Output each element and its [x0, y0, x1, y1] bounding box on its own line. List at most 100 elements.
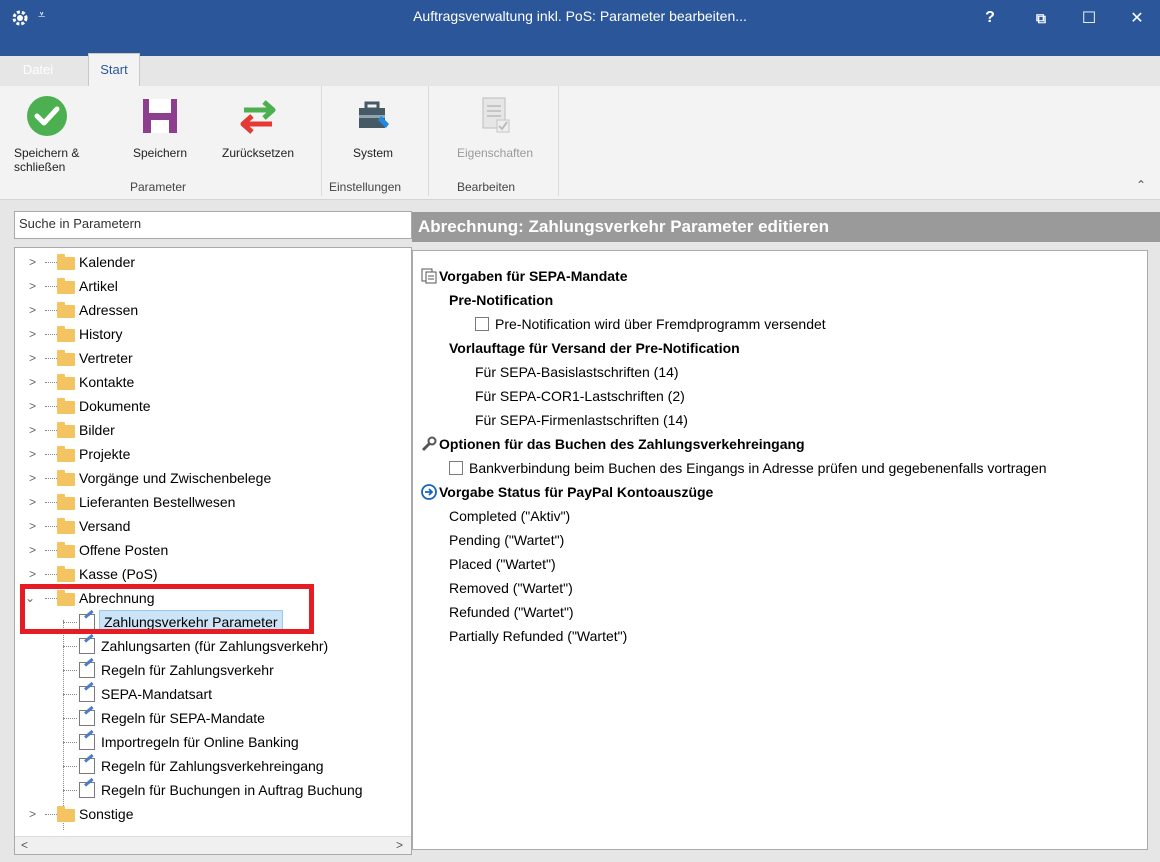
folder-icon [57, 374, 75, 390]
reset-label: Zurücksetzen [221, 146, 295, 160]
folder-icon [57, 278, 75, 294]
edit-document-icon [79, 734, 95, 750]
tree-folder-offene-posten[interactable]: > Offene Posten [15, 538, 411, 562]
folder-icon [57, 398, 75, 414]
expand-icon[interactable]: > [29, 274, 41, 298]
expand-icon[interactable]: > [29, 250, 41, 274]
vorlauftage-heading: Vorlauftage für Versand der Pre-Notifica… [449, 340, 740, 356]
tree-folder-kalender[interactable]: > Kalender [15, 250, 411, 274]
scroll-left-icon[interactable]: < [21, 838, 28, 852]
save-button[interactable]: Speichern [120, 94, 200, 160]
tree-item-regeln-zahlungsverkehr[interactable]: Regeln für Zahlungsverkehr [15, 658, 411, 682]
tree-folder-artikel[interactable]: > Artikel [15, 274, 411, 298]
parameter-search-input[interactable]: Suche in Parametern [14, 211, 412, 239]
tree-item-zahlungsarten[interactable]: Zahlungsarten (für Zahlungsverkehr) [15, 634, 411, 658]
expand-icon[interactable]: > [29, 370, 41, 394]
ribbon-separator [558, 86, 559, 196]
tree-folder-projekte[interactable]: > Projekte [15, 442, 411, 466]
folder-icon [57, 494, 75, 510]
paypal-status-pending[interactable]: Pending ("Wartet") [449, 529, 564, 551]
tree-item-regeln-eingang[interactable]: Regeln für Zahlungsverkehreingang [15, 754, 411, 778]
tree-folder-kasse[interactable]: > Kasse (PoS) [15, 562, 411, 586]
properties-label: Eigenschaften [456, 146, 534, 160]
expand-icon[interactable]: > [29, 466, 41, 490]
cor1-lastschriften-field[interactable]: Für SEPA-COR1-Lastschriften (2) [475, 385, 685, 407]
expand-icon[interactable]: > [29, 442, 41, 466]
properties-document-icon [482, 97, 510, 133]
wrench-icon [421, 436, 437, 452]
folder-icon [57, 254, 75, 270]
folder-icon [57, 470, 75, 486]
expand-icon[interactable]: > [29, 562, 41, 586]
save-close-label: Speichern & schließen [14, 146, 80, 174]
expand-icon[interactable]: > [29, 490, 41, 514]
tree-folder-history[interactable]: > History [15, 322, 411, 346]
scroll-right-icon[interactable]: > [396, 838, 403, 852]
tree-item-importregeln[interactable]: Importregeln für Online Banking [15, 730, 411, 754]
reset-button[interactable]: Zurücksetzen [208, 94, 308, 160]
group-label-settings: Einstellungen [329, 180, 402, 194]
horizontal-scrollbar[interactable]: < > [15, 836, 411, 854]
arrow-circle-icon [421, 484, 437, 500]
tree-item-regeln-sepa-mandate[interactable]: Regeln für SEPA-Mandate [15, 706, 411, 730]
tree-item-regeln-buchungen[interactable]: Regeln für Buchungen in Auftrag Buchung [15, 778, 411, 802]
expand-icon[interactable]: > [29, 802, 41, 826]
folder-icon [57, 302, 75, 318]
edit-document-icon [79, 758, 95, 774]
help-button[interactable]: ? [965, 0, 1015, 36]
expand-icon[interactable]: > [29, 322, 41, 346]
pre-notification-heading: Pre-Notification [449, 292, 554, 308]
expand-icon[interactable]: > [29, 418, 41, 442]
folder-icon [57, 806, 75, 822]
tree-folder-sonstige[interactable]: > Sonstige [15, 802, 411, 826]
expand-icon[interactable]: > [29, 346, 41, 370]
parameter-tree: > Kalender > Artikel > Adressen > History > V… [14, 247, 412, 855]
tree-folder-dokumente[interactable]: > Dokumente [15, 394, 411, 418]
tree-folder-kontakte[interactable]: > Kontakte [15, 370, 411, 394]
paypal-status-refunded[interactable]: Refunded ("Wartet") [449, 601, 574, 623]
expand-icon[interactable]: > [29, 514, 41, 538]
edit-document-icon [79, 662, 95, 678]
paypal-status-partially-refunded[interactable]: Partially Refunded ("Wartet") [449, 625, 627, 647]
section-sepa-mandate: Vorgaben für SEPA-Mandate [421, 265, 628, 287]
expand-icon[interactable]: > [29, 538, 41, 562]
title-bar: ⩡ Auftragsverwaltung inkl. PoS: Paramete… [0, 0, 1160, 77]
expand-icon[interactable]: > [29, 298, 41, 322]
tree-folder-vertreter[interactable]: > Vertreter [15, 346, 411, 370]
expand-icon[interactable]: > [29, 394, 41, 418]
group-label-edit: Bearbeiten [457, 180, 516, 194]
tree-folder-vorgaenge[interactable]: > Vorgänge und Zwischenbelege [15, 466, 411, 490]
maximize-button[interactable]: ☐ [1064, 0, 1114, 36]
sepa-document-icon [421, 268, 437, 284]
save-close-button[interactable]: Speichern & schließen [14, 94, 80, 174]
ribbon: Speichern & schließen Speichern Zurückse… [0, 86, 1160, 200]
checkmark-circle-icon [27, 96, 67, 136]
section-paypal-status: Vorgabe Status für PayPal Kontoauszüge [421, 481, 713, 503]
close-button[interactable]: ✕ [1112, 0, 1160, 36]
tree-folder-lieferanten[interactable]: > Lieferanten Bestellwesen [15, 490, 411, 514]
ribbon-display-options-button[interactable]: ⧉ [1016, 0, 1066, 36]
paypal-status-completed[interactable]: Completed ("Aktiv") [449, 505, 570, 527]
tree-folder-bilder[interactable]: > Bilder [15, 418, 411, 442]
basislastschriften-field[interactable]: Für SEPA-Basislastschriften (14) [475, 361, 679, 383]
bank-check-checkbox[interactable] [449, 461, 463, 475]
pre-notification-checkbox[interactable] [475, 317, 489, 331]
paypal-status-removed[interactable]: Removed ("Wartet") [449, 577, 573, 599]
paypal-status-placed[interactable]: Placed ("Wartet") [449, 553, 556, 575]
properties-button[interactable]: Eigenschaften [440, 94, 550, 160]
ribbon-separator [428, 86, 429, 196]
firmenlastschriften-field[interactable]: Für SEPA-Firmenlastschriften (14) [475, 409, 688, 431]
pre-notification-checkbox-row[interactable]: Pre-Notification wird über Fremdprogramm… [475, 313, 826, 335]
edit-document-icon [79, 686, 95, 702]
system-button[interactable]: System [338, 94, 408, 160]
tree-item-sepa-mandatsart[interactable]: SEPA-Mandatsart [15, 682, 411, 706]
system-label: System [352, 146, 393, 160]
tab-datei[interactable]: Datei [10, 57, 66, 82]
collapse-ribbon-icon[interactable]: ⌃ [1136, 178, 1146, 192]
tab-start[interactable]: Start [88, 53, 140, 87]
bank-check-checkbox-row[interactable]: Bankverbindung beim Buchen des Eingangs … [449, 457, 1047, 479]
edit-document-icon [79, 710, 95, 726]
tree-folder-adressen[interactable]: > Adressen [15, 298, 411, 322]
toolbox-icon [359, 101, 389, 128]
tree-folder-versand[interactable]: > Versand [15, 514, 411, 538]
